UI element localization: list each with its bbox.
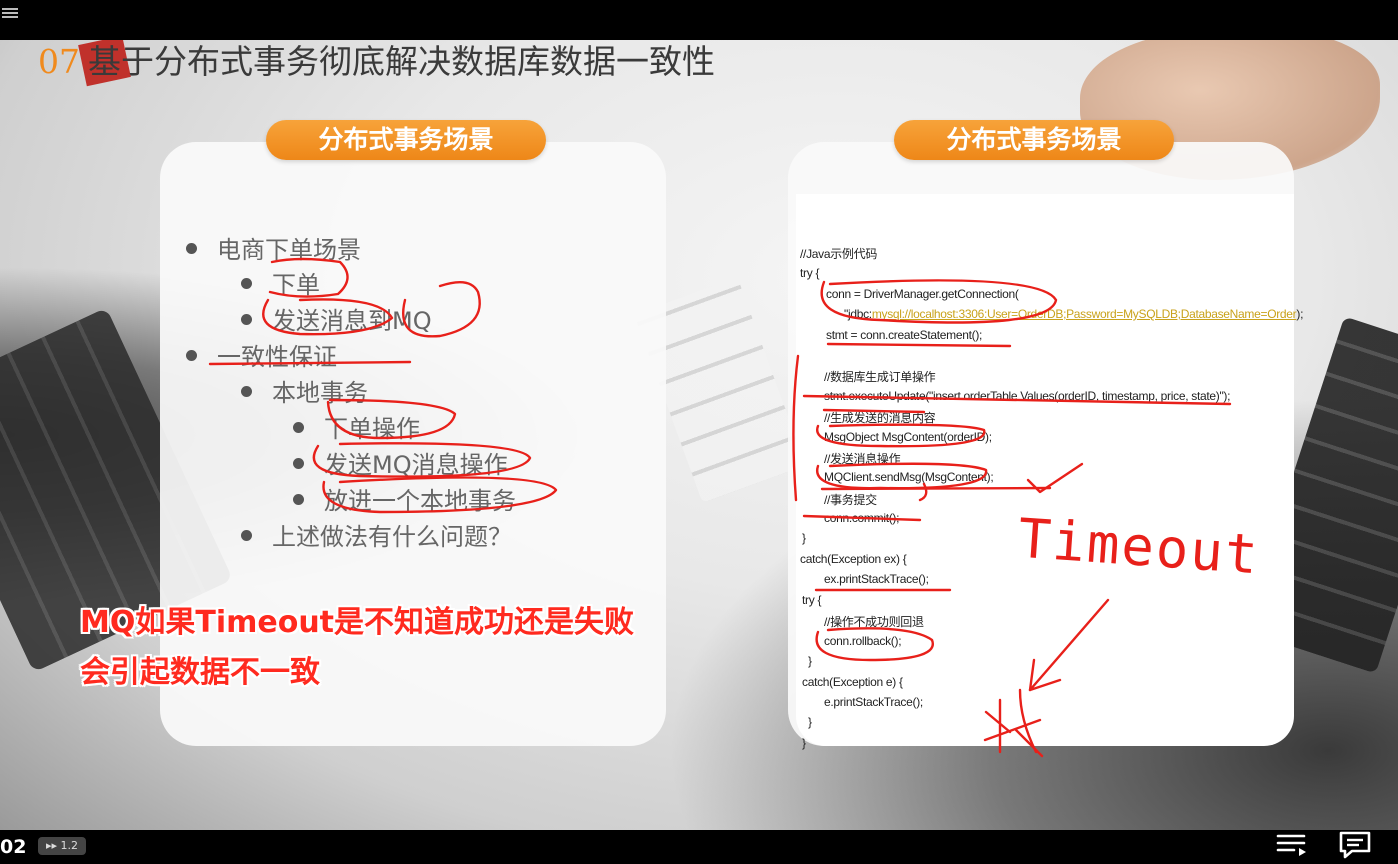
menu-icon[interactable] [2,6,18,20]
speed-button[interactable]: ▸▸ 1.2 [38,837,86,855]
code-line: try { [800,266,820,280]
code-line: try { [802,593,822,607]
slide-number: 07 [38,42,80,81]
code-line: } [802,736,806,750]
slide-title-text: 基于分布式事务彻底解决数据库数据一致性 [88,42,715,81]
left-panel-header: 分布式事务场景 [266,120,546,160]
slide-title: 07 基于分布式事务彻底解决数据库数据一致性 [38,35,715,83]
subtitle-line-2: 会引起数据不一致 [80,655,320,690]
comment-icon[interactable] [1338,830,1372,860]
bullet-item: 发送消息到MQ [241,301,432,336]
code-line: } [802,531,806,545]
bullet-item: 电商下单场景 [186,230,361,265]
code-line: conn = DriverManager.getConnection( [826,287,1019,301]
bullet-item: 放进一个本地事务 [293,481,516,516]
code-line: MQClient.sendMsg(MsgContent); [824,470,994,484]
code-line: conn.commit(); [824,511,900,525]
code-line: catch(Exception e) { [802,675,903,689]
code-line: conn.rollback(); [824,634,902,648]
code-line: //Java示例代码 [800,247,878,261]
code-line: //操作不成功则回退 [824,615,924,629]
code-line: e.printStackTrace(); [824,695,923,709]
code-line: MsgObject MsgContent(orderID); [824,430,992,444]
code-line: ex.printStackTrace(); [824,572,929,586]
code-line: } [808,654,812,668]
code-line: //生成发送的消息内容 [824,411,936,425]
playlist-icon[interactable] [1276,830,1308,858]
code-line: //数据库生成订单操作 [824,370,936,384]
code-line: } [808,715,812,729]
jdbc-url: mysql://localhost:3306:User=OrderDB;Pass… [871,307,1297,321]
subtitle-line-1: MQ如果Timeout是不知道成功还是失败 [80,605,635,640]
right-panel-header: 分布式事务场景 [894,120,1174,160]
code-line: stmt = conn.createStatement(); [826,328,983,342]
bullet-item: 本地事务 [241,373,368,408]
top-bar [0,0,1398,40]
code-line: //发送消息操作 [824,452,901,466]
code-line: "jdbc:mysql://localhost:3306:User=OrderD… [844,307,1304,321]
code-line: stmt.executeUpdate("insert orderTable Va… [824,389,1231,403]
player-controls: 02 ▸▸ 1.2 [0,830,1398,864]
code-line: //事务提交 [824,493,877,507]
bullet-item: 下单 [241,265,320,300]
playback-time: 02 [0,836,27,858]
bullet-item: 上述做法有什么问题？ [241,517,512,552]
code-line: catch(Exception ex) { [800,552,907,566]
right-panel [788,142,1294,746]
bullet-item: 一致性保证 [186,337,337,372]
bullet-item: 发送MQ消息操作 [293,445,508,480]
bullet-item: 下单操作 [293,409,420,444]
